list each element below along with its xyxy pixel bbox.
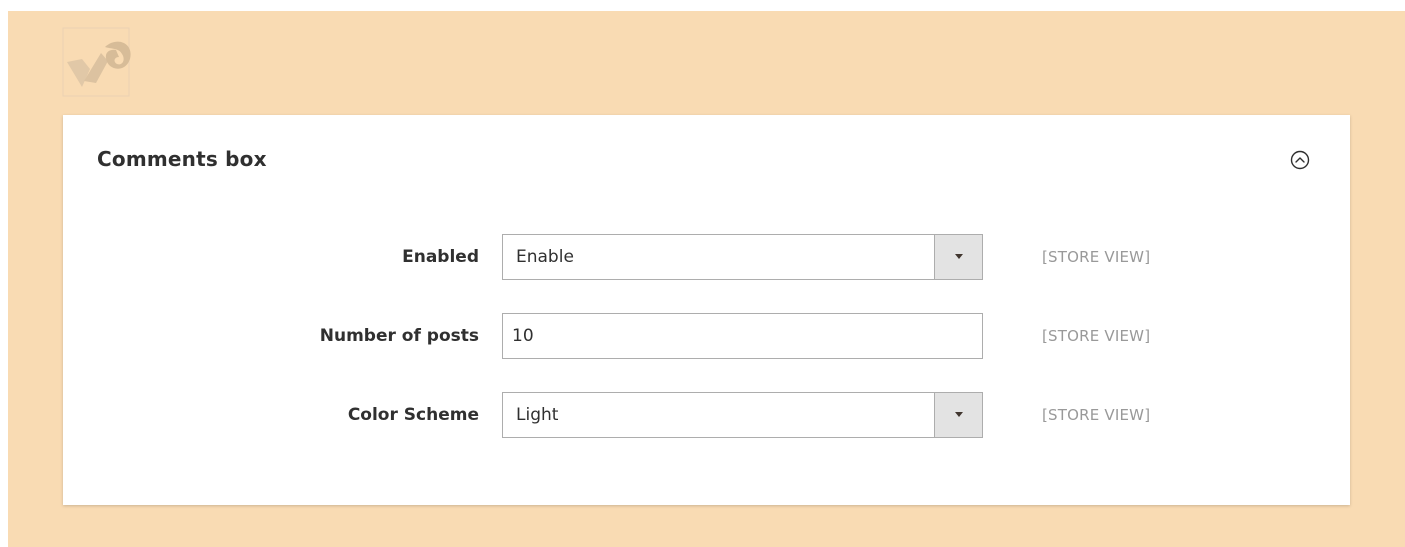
belvg-logo (62, 27, 138, 97)
belvg-logo-icon (62, 27, 138, 97)
page-background: Comments box Enabled Enable [STORE VIEW]… (8, 11, 1405, 547)
store-view-scope-label: [STORE VIEW] (1042, 327, 1151, 345)
enabled-selected-value: Enable (516, 247, 574, 267)
color-scheme-label: Color Scheme (347, 405, 479, 425)
store-view-scope-label: [STORE VIEW] (1042, 248, 1151, 266)
chevron-down-icon[interactable] (934, 393, 982, 437)
color-scheme-selected-value: Light (516, 405, 559, 425)
store-view-scope-label: [STORE VIEW] (1042, 406, 1151, 424)
color-scheme-select[interactable]: Light (502, 392, 983, 438)
number-of-posts-value: 10 (512, 326, 534, 346)
number-of-posts-input[interactable]: 10 (502, 313, 983, 359)
collapse-toggle-button[interactable] (1289, 149, 1311, 171)
field-color-scheme-row: Color Scheme Light [STORE VIEW] (63, 392, 1350, 440)
comments-box-panel: Comments box Enabled Enable [STORE VIEW]… (63, 115, 1350, 505)
number-of-posts-label: Number of posts (319, 326, 479, 346)
chevron-up-circle-icon (1290, 150, 1310, 170)
field-number-of-posts-row: Number of posts 10 [STORE VIEW] (63, 313, 1350, 361)
field-enabled-row: Enabled Enable [STORE VIEW] (63, 234, 1350, 282)
enabled-label: Enabled (402, 247, 479, 267)
enabled-select[interactable]: Enable (502, 234, 983, 280)
chevron-down-icon[interactable] (934, 235, 982, 279)
panel-title: Comments box (97, 147, 267, 171)
